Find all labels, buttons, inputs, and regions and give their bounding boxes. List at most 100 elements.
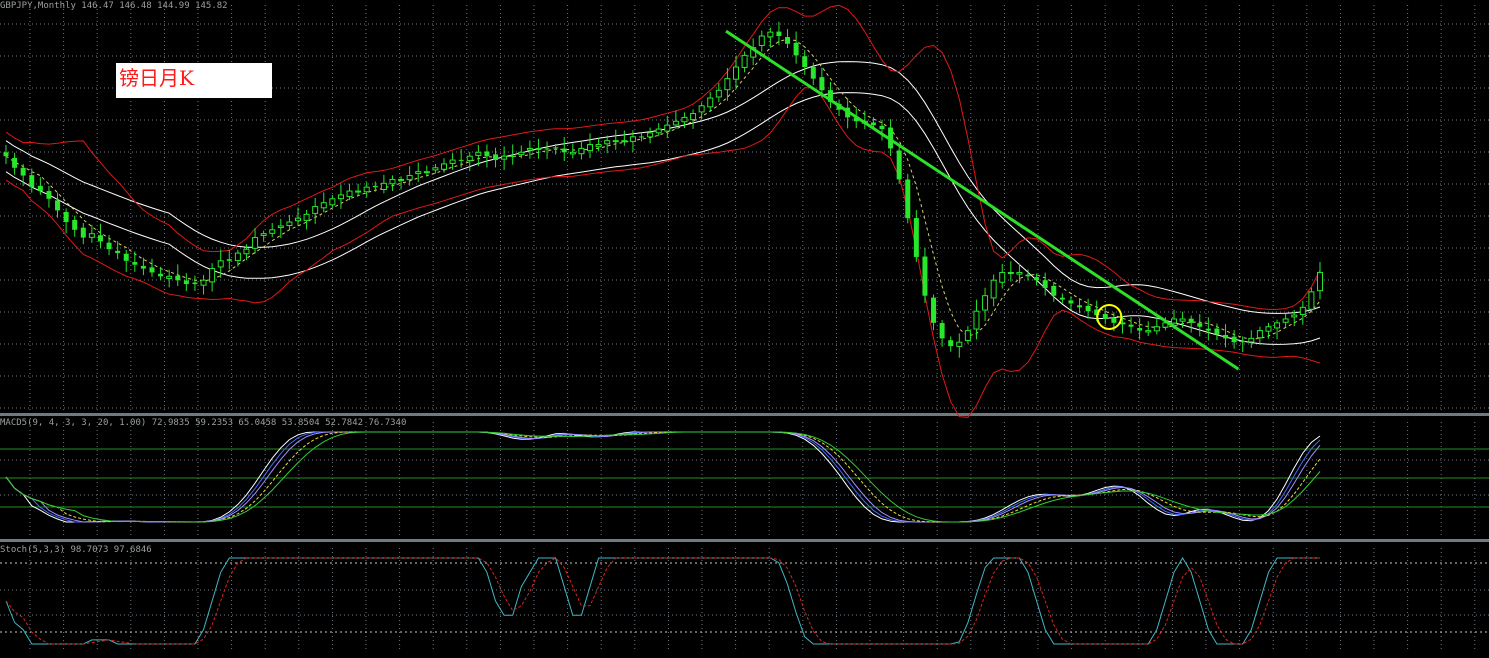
candle-bear <box>1111 317 1117 323</box>
candle-bear <box>1205 328 1211 331</box>
candle-bull <box>312 206 319 214</box>
osc-line-2 <box>5 431 1321 523</box>
candle-bull <box>337 194 344 200</box>
candle-bull <box>1256 330 1263 339</box>
candle-bear <box>544 148 550 150</box>
candle-bull <box>355 190 362 193</box>
panel-separator-1 <box>0 413 1489 416</box>
candle-bear <box>192 282 198 285</box>
osc-line-5 <box>5 431 1321 523</box>
candle-bull <box>578 147 585 155</box>
candle-bull <box>690 113 697 121</box>
candle-bull <box>1265 326 1272 332</box>
candle-bear <box>175 275 181 281</box>
candle-bull <box>432 167 439 171</box>
candle-bull <box>698 105 705 113</box>
candle-bull <box>166 275 173 279</box>
candle-bear <box>80 227 86 238</box>
candle-bear <box>158 273 164 277</box>
candle-bull <box>1299 306 1306 315</box>
candle-bull <box>587 144 593 152</box>
candle-bull <box>286 221 293 227</box>
candle-bull <box>380 182 387 191</box>
candle-bull <box>217 260 224 268</box>
candle-bull <box>1016 271 1023 275</box>
candle-bull <box>329 198 336 206</box>
candle-bear <box>896 150 902 180</box>
candle-bull <box>269 229 276 234</box>
candle-bear <box>484 151 490 157</box>
candle-bull <box>389 178 396 185</box>
candle-bull <box>277 225 284 229</box>
candle-bull <box>1274 322 1281 329</box>
candle-bear <box>913 218 919 257</box>
candle-bull <box>449 159 456 164</box>
candle-bull <box>243 248 250 255</box>
candle-bull <box>346 190 353 198</box>
candle-bear <box>1137 328 1143 331</box>
candle-bear <box>1240 340 1246 343</box>
candle-bear <box>493 154 499 161</box>
candle-bear <box>810 66 816 79</box>
candle-bear <box>561 148 567 153</box>
candle-bull <box>303 213 310 221</box>
candle-bear <box>1085 305 1091 312</box>
candle-bull <box>406 175 413 181</box>
candle-bull <box>707 97 714 108</box>
candle-bear <box>1042 280 1048 288</box>
candle-bull <box>612 140 619 143</box>
candle-bull <box>535 147 542 150</box>
candle-bull <box>320 202 327 209</box>
candle-bear <box>20 167 26 176</box>
candle-bear <box>55 200 61 211</box>
candle-bull <box>1291 314 1298 318</box>
candle-bear <box>226 259 232 261</box>
candle-bear <box>931 297 937 323</box>
candle-bear <box>905 179 911 219</box>
candle-bull <box>973 310 980 330</box>
candle-bear <box>802 56 808 68</box>
osc-line-3 <box>5 431 1321 523</box>
candle-bear <box>149 267 155 273</box>
candle-bull <box>715 89 722 98</box>
candle-bull <box>724 78 731 91</box>
candle-bear <box>1025 274 1031 277</box>
candle-bull <box>621 140 628 143</box>
candle-bear <box>1077 305 1083 308</box>
candle-bull <box>526 147 533 151</box>
candle-bear <box>553 147 559 149</box>
candle-bear <box>776 31 782 37</box>
candle-bull <box>88 233 95 238</box>
candle-bull <box>1007 271 1014 274</box>
candle-bear <box>1034 277 1040 281</box>
candle-bear <box>72 219 78 230</box>
candle-bull <box>733 66 739 80</box>
candle-bull <box>1308 291 1315 310</box>
candle-bear <box>458 159 464 161</box>
candle-bear <box>29 175 35 188</box>
candle-bear <box>879 125 885 130</box>
candle-bull <box>415 171 422 175</box>
stochastic-header: Stoch(5,3,3) 98.7073 97.6846 <box>0 545 152 555</box>
chart-label-box: 镑日月K <box>116 63 272 98</box>
downtrend-line <box>725 29 1240 371</box>
candle-bear <box>12 157 18 168</box>
candle-bear <box>1128 324 1134 327</box>
candle-bull <box>252 237 259 249</box>
candle-bear <box>819 77 825 91</box>
candle-bull <box>956 341 963 347</box>
candle-bull <box>741 54 748 68</box>
candle-bull <box>260 233 267 236</box>
stoch-main-line <box>5 557 1320 645</box>
candle-bear <box>3 152 9 157</box>
candle-bear <box>132 262 138 265</box>
candle-bear <box>123 253 129 261</box>
candle-bull <box>1282 318 1289 323</box>
candle-bull <box>1248 337 1255 343</box>
panel-separator-2 <box>0 539 1489 542</box>
candle-bear <box>948 340 954 347</box>
candle-bear <box>922 256 928 296</box>
chart-label: 镑日月K <box>119 66 194 90</box>
candle-bear <box>140 265 146 269</box>
candle-bull <box>604 140 611 145</box>
